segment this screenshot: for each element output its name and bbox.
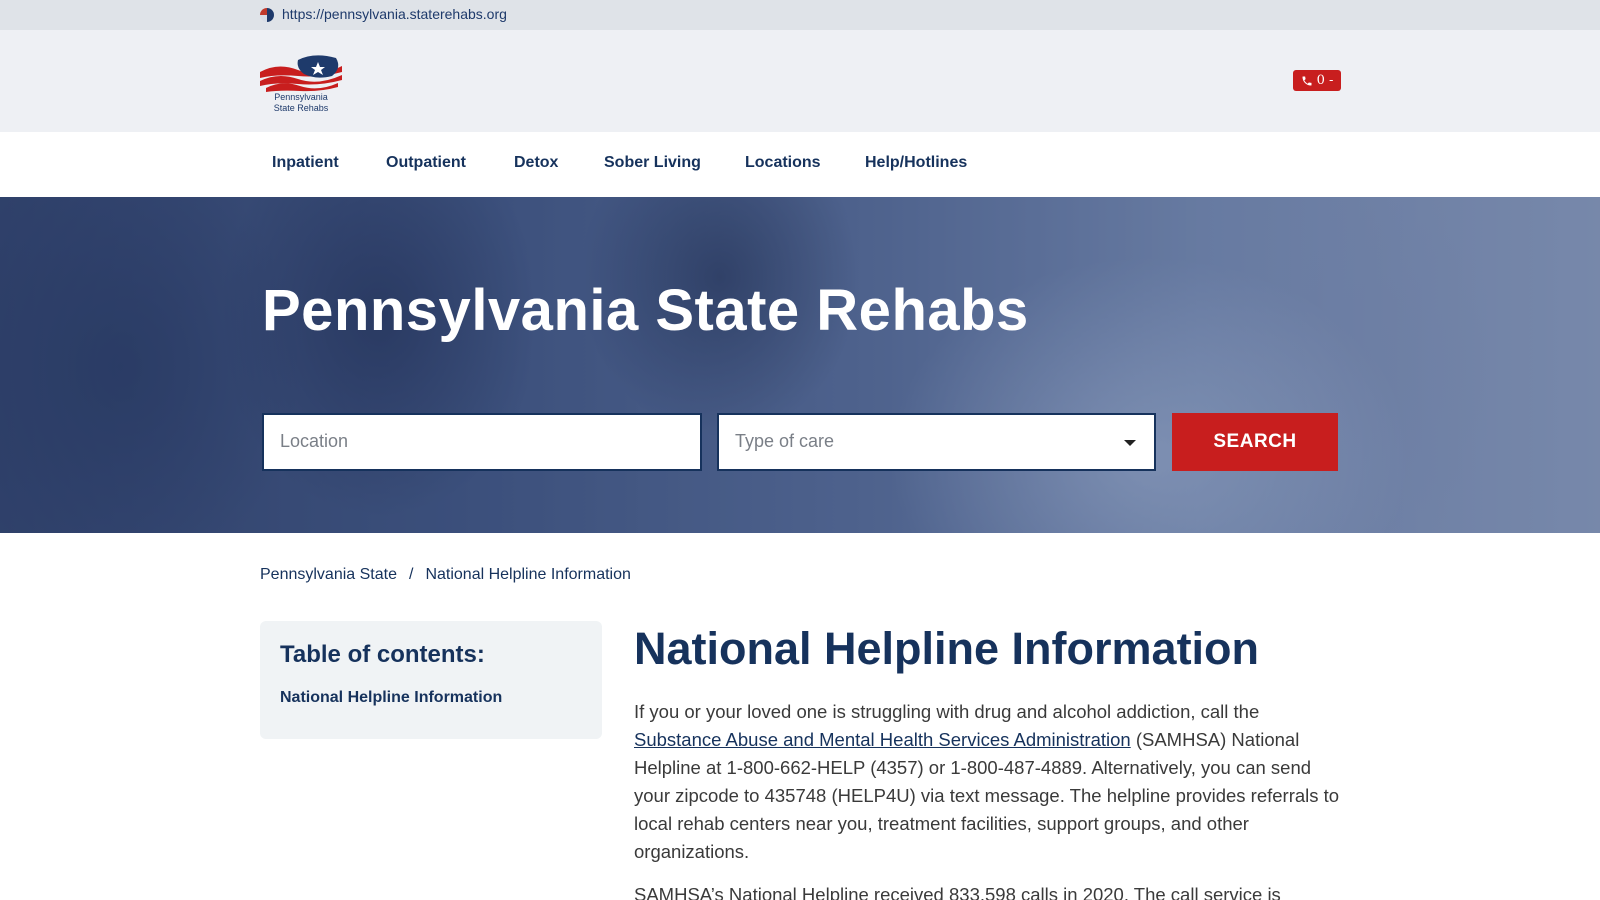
article-title: National Helpline Information [634,623,1260,674]
logo-text-line1: Pennsylvania [274,92,328,102]
phone-call-button[interactable]: 0 - [1293,70,1341,91]
article-content: National Helpline Information If you or … [634,620,1344,900]
nav-item-locations[interactable]: Locations [745,154,821,172]
url-text[interactable]: https://pennsylvania.staterehabs.org [282,6,507,22]
nav-item-detox[interactable]: Detox [514,154,558,172]
site-favicon-icon [260,8,274,22]
hero-banner: Pennsylvania State Rehabs Location Type … [0,197,1600,533]
toc-title: Table of contents: [280,641,485,668]
nav-item-outpatient[interactable]: Outpatient [386,154,466,172]
main-nav: Inpatient Outpatient Detox Sober Living … [0,132,1600,197]
logo-text-line2: State Rehabs [273,103,329,113]
search-button[interactable]: SEARCH [1172,413,1338,471]
paragraph-1-intro: If you or your loved one is struggling w… [634,701,1260,722]
toc-link-national-helpline[interactable]: National Helpline Information [280,689,582,707]
table-of-contents: Table of contents: National Helpline Inf… [260,621,602,739]
article-paragraph-1: If you or your loved one is struggling w… [634,698,1344,866]
type-of-care-select[interactable]: Type of care [717,413,1156,471]
logo-text: Pennsylvania State Rehabs [258,92,344,114]
breadcrumb: Pennsylvania State / National Helpline Inf… [260,566,631,584]
site-header: Pennsylvania State Rehabs 0 - [0,30,1600,132]
breadcrumb-item-current: National Helpline Information [425,566,631,583]
phone-icon [1302,76,1312,85]
location-input[interactable]: Location [262,413,702,471]
chevron-down-icon [1124,440,1136,446]
hero-title: Pennsylvania State Rehabs [262,278,1029,343]
samhsa-link[interactable]: Substance Abuse and Mental Health Servic… [634,729,1131,750]
nav-item-sober-living[interactable]: Sober Living [604,154,701,172]
browser-url-bar[interactable]: https://pennsylvania.staterehabs.org [0,0,1600,30]
location-placeholder: Location [280,431,349,451]
phone-badge-text: 0 - [1316,73,1334,88]
nav-item-inpatient[interactable]: Inpatient [272,154,339,172]
nav-item-help-hotlines[interactable]: Help/Hotlines [865,154,967,172]
breadcrumb-separator: / [408,566,414,583]
breadcrumb-item-state[interactable]: Pennsylvania State [260,566,397,583]
article-paragraph-2: SAMHSA’s National Helpline received 833,… [634,884,1281,900]
type-of-care-placeholder: Type of care [735,431,835,451]
